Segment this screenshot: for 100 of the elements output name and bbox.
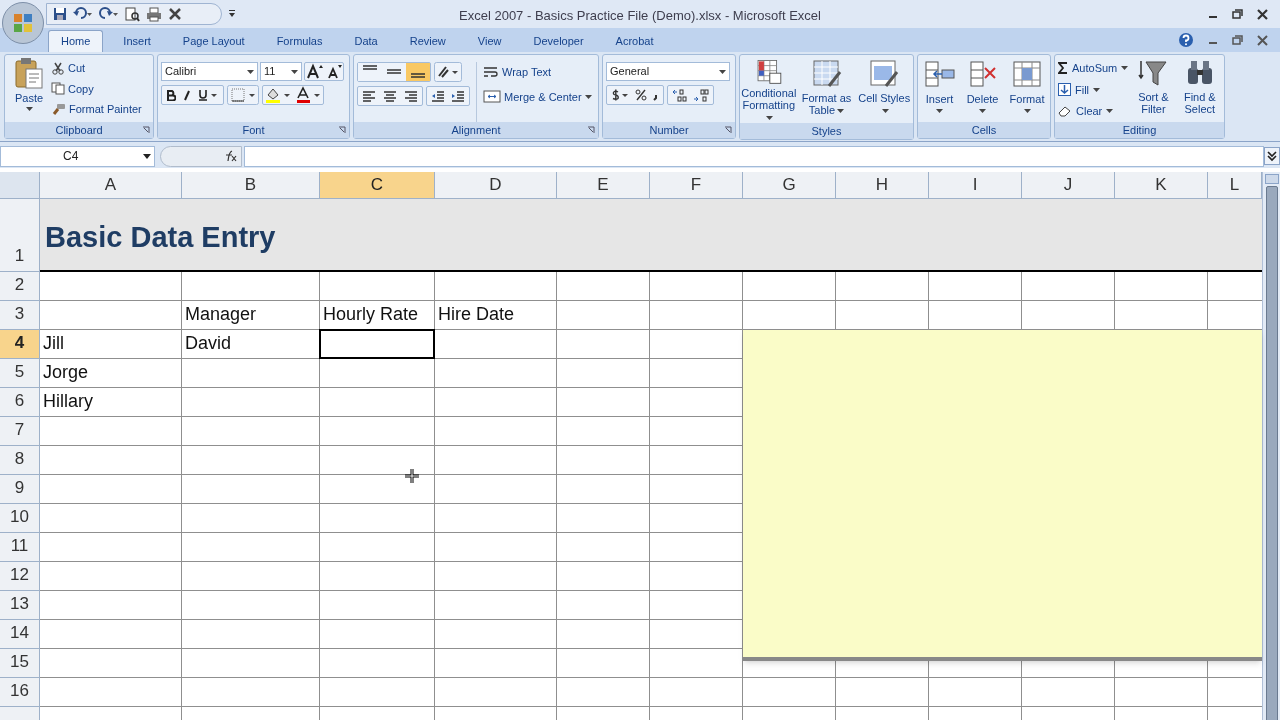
- cut-button[interactable]: Cut: [51, 60, 142, 77]
- restore-icon[interactable]: [1232, 35, 1243, 45]
- column-header[interactable]: J: [1022, 172, 1115, 199]
- vertical-scrollbar[interactable]: [1262, 172, 1280, 720]
- italic-icon[interactable]: [183, 89, 191, 101]
- dropdown-arrow-icon[interactable]: [291, 69, 298, 74]
- ribbon-tab[interactable]: Page Layout: [170, 30, 257, 52]
- dialog-launcher-icon[interactable]: [338, 126, 346, 134]
- row-header[interactable]: 13: [0, 591, 40, 620]
- ribbon-button[interactable]: Format as Table: [797, 58, 856, 123]
- row-header[interactable]: 5: [0, 359, 40, 388]
- help-icon[interactable]: [1178, 32, 1194, 48]
- insert-function-icon[interactable]: [223, 150, 237, 162]
- column-header[interactable]: A: [40, 172, 182, 199]
- close-icon[interactable]: [1257, 8, 1268, 20]
- customize-toolbar-icon[interactable]: [228, 9, 236, 19]
- column-header[interactable]: G: [743, 172, 836, 199]
- font-size-field[interactable]: 11: [260, 62, 302, 81]
- save-icon[interactable]: [53, 7, 67, 21]
- grow-font-icon[interactable]: [305, 63, 325, 80]
- close-icon[interactable]: [1257, 34, 1268, 46]
- bold-icon[interactable]: [167, 89, 176, 101]
- active-cell[interactable]: [319, 329, 435, 359]
- ribbon-tab[interactable]: Acrobat: [603, 30, 666, 52]
- print-preview-icon[interactable]: [125, 6, 140, 22]
- underline-icon[interactable]: [198, 89, 218, 101]
- office-logo-button[interactable]: [2, 2, 44, 44]
- printer-icon[interactable]: [146, 6, 162, 22]
- wrap-text-button[interactable]: Wrap Text: [483, 64, 592, 81]
- column-header[interactable]: F: [650, 172, 743, 199]
- dialog-launcher-icon[interactable]: [587, 126, 595, 134]
- ribbon-tab[interactable]: Formulas: [264, 30, 335, 52]
- column-header[interactable]: D: [435, 172, 557, 199]
- redo-icon[interactable]: [99, 7, 119, 21]
- column-header[interactable]: H: [836, 172, 929, 199]
- row-header[interactable]: 12: [0, 562, 40, 591]
- align-right-icon[interactable]: [404, 90, 418, 102]
- ribbon-tab[interactable]: View: [465, 30, 514, 52]
- row-header[interactable]: 2: [0, 272, 40, 301]
- ribbon-tab[interactable]: Data: [342, 30, 390, 52]
- borders-icon[interactable]: [227, 85, 259, 105]
- column-header[interactable]: K: [1115, 172, 1208, 199]
- font-color-icon[interactable]: [295, 86, 323, 104]
- row-header[interactable]: 8: [0, 446, 40, 475]
- find-select-button[interactable]: Find & Select: [1178, 58, 1221, 122]
- ribbon-button[interactable]: Delete: [966, 58, 999, 122]
- autosum-button[interactable]: AutoSum: [1058, 60, 1129, 77]
- clear-button[interactable]: Clear: [1058, 103, 1129, 120]
- ribbon-button[interactable]: Format: [1009, 58, 1045, 122]
- ribbon-tab[interactable]: Home: [48, 30, 104, 52]
- ribbon-button[interactable]: Conditional Formatting: [740, 58, 798, 123]
- number-format-field[interactable]: General: [606, 62, 730, 81]
- row-header[interactable]: 11: [0, 533, 40, 562]
- row-header[interactable]: 9: [0, 475, 40, 504]
- sort-filter-button[interactable]: Sort & Filter: [1132, 58, 1175, 122]
- row-header[interactable]: 15: [0, 649, 40, 678]
- dialog-launcher-icon[interactable]: [724, 126, 732, 134]
- copy-button[interactable]: Copy: [51, 80, 142, 97]
- undo-icon[interactable]: [73, 7, 93, 21]
- decrease-indent-icon[interactable]: [431, 90, 445, 102]
- ribbon-tab[interactable]: Developer: [521, 30, 596, 52]
- expand-icon[interactable]: [1264, 147, 1280, 165]
- shrink-font-icon[interactable]: [325, 63, 343, 80]
- column-header[interactable]: C: [320, 172, 435, 199]
- close-icon[interactable]: [168, 7, 182, 21]
- ribbon-button[interactable]: Cell Styles: [855, 58, 913, 123]
- row-header[interactable]: 1: [0, 199, 40, 272]
- dropdown-arrow-icon[interactable]: [247, 69, 254, 74]
- column-header[interactable]: L: [1208, 172, 1262, 199]
- column-header[interactable]: B: [182, 172, 320, 199]
- row-header[interactable]: 7: [0, 417, 40, 446]
- name-box[interactable]: C4: [0, 145, 155, 167]
- paste-button[interactable]: Paste: [7, 57, 51, 122]
- row-header[interactable]: 14: [0, 620, 40, 649]
- align-left-icon[interactable]: [362, 90, 376, 102]
- row-header[interactable]: 16: [0, 678, 40, 707]
- percent-icon[interactable]: [635, 89, 647, 101]
- currency-icon[interactable]: [611, 89, 629, 101]
- column-header[interactable]: E: [557, 172, 650, 199]
- merge-center-button[interactable]: Merge & Center: [483, 88, 592, 105]
- formula-input-field[interactable]: [244, 145, 1264, 167]
- orientation-icon[interactable]: [434, 62, 462, 82]
- format-painter-button[interactable]: Format Painter: [51, 101, 142, 118]
- row-header[interactable]: 4: [0, 330, 40, 359]
- increase-indent-icon[interactable]: [451, 90, 465, 102]
- dropdown-arrow-icon[interactable]: [143, 153, 151, 159]
- align-center-icon[interactable]: [383, 90, 397, 102]
- restore-icon[interactable]: [1232, 9, 1243, 19]
- dropdown-arrow-icon[interactable]: [719, 69, 726, 74]
- ribbon-button[interactable]: Insert: [923, 58, 956, 122]
- ribbon-tab[interactable]: Insert: [111, 30, 163, 52]
- row-header[interactable]: 3: [0, 301, 40, 330]
- fill-button[interactable]: Fill: [1058, 81, 1129, 98]
- row-header[interactable]: 10: [0, 504, 40, 533]
- decrease-decimal-icon[interactable]: [693, 88, 709, 102]
- vertical-align-icon[interactable]: [406, 63, 430, 81]
- column-header[interactable]: I: [929, 172, 1022, 199]
- font-name-field[interactable]: Calibri: [161, 62, 258, 81]
- dialog-launcher-icon[interactable]: [142, 126, 150, 134]
- ribbon-tab[interactable]: Review: [397, 30, 458, 52]
